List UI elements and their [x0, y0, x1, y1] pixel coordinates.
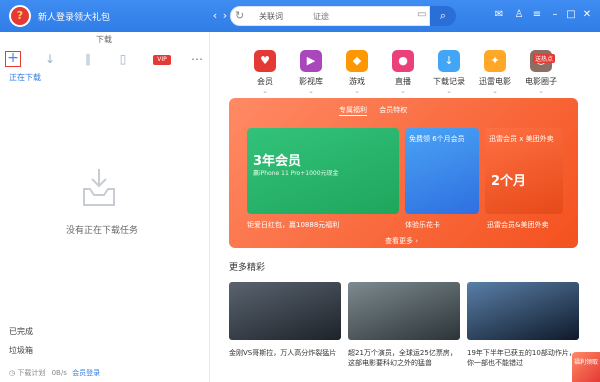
title-bar: ? 新人登录领大礼包 ‹ › ↻ 关联词 ▭ ⌕ ✉ ♙ ≡ – □ ✕: [0, 0, 600, 32]
play-icon: ▶: [300, 50, 322, 72]
card3-caption[interactable]: 迅雷会员&美团外卖: [487, 220, 548, 230]
minimize-icon[interactable]: –: [548, 8, 562, 22]
download-toolbar: + ↓ ∥ ▯ VIP ⋯: [0, 48, 210, 70]
start-icon[interactable]: ↓: [42, 51, 58, 67]
search-button[interactable]: ⌕: [430, 6, 456, 26]
tab-download[interactable]: 下载: [96, 34, 112, 45]
promo-banner[interactable]: 专属福利 会员特权 3年会员 赢iPhone 11 Pro+1000元现金 免费…: [229, 98, 578, 248]
search-box[interactable]: ↻ 关联词 ▭: [230, 6, 430, 26]
sidebar-item-downloading[interactable]: 正在下载: [9, 72, 41, 83]
video-caption-1[interactable]: 金刚VS哥斯拉，万人高分炸裂猛片: [229, 348, 341, 358]
search-type[interactable]: 关联词: [259, 11, 283, 22]
vip-login-link[interactable]: 会员登录: [72, 369, 100, 377]
download-plan[interactable]: 下载计划: [17, 369, 45, 377]
video-thumb-1[interactable]: [229, 282, 341, 340]
card2-caption[interactable]: 体验乐花卡: [405, 220, 440, 230]
nav-item-vip[interactable]: ♥ 会员 ⌄: [241, 50, 289, 95]
shirt-icon[interactable]: ♙: [512, 8, 526, 22]
download-history-icon: ↓: [438, 50, 460, 72]
banner-tabs: 专属福利 会员特权: [339, 105, 417, 116]
corner-badge[interactable]: 福利领取: [572, 352, 600, 382]
avatar[interactable]: ?: [9, 5, 31, 27]
empty-box-icon: [83, 169, 115, 206]
speed-readout: 0B/s: [51, 369, 67, 377]
card3-big: 2个月: [491, 174, 527, 189]
card3-title: 迅雷会员 x 美团外卖: [489, 135, 554, 143]
tab-privilege[interactable]: 会员特权: [379, 106, 407, 114]
empty-text: 没有正在下载任务: [66, 226, 139, 236]
promo-card-2[interactable]: 免费领 6个月会员: [405, 128, 479, 214]
nav-item-live[interactable]: ● 直播 ⌄: [379, 50, 427, 95]
nav-item-games[interactable]: ◆ 游戏 ⌄: [333, 50, 381, 95]
view-more-link[interactable]: 查看更多 ›: [385, 236, 418, 246]
video-caption-2[interactable]: 超21万个演员，全球运25亿票房，这部电影要科幻之外的猛兽: [348, 348, 460, 368]
card2-title: 免费领 6个月会员: [409, 135, 465, 143]
nav-item-xunlei-movie[interactable]: ✦ 迅雷电影 ⌄: [471, 50, 519, 95]
sidebar-item-completed[interactable]: 已完成: [9, 326, 33, 337]
more-section-title: 更多精彩: [229, 263, 266, 273]
tab-exclusive[interactable]: 专属福利: [339, 106, 367, 116]
vip-badge[interactable]: VIP: [153, 55, 171, 65]
clock-icon: ◷: [9, 369, 16, 377]
card1-subtitle: 赢iPhone 11 Pro+1000元现金: [253, 170, 339, 177]
status-bar: ◷ 下载计划 0B/s 会员登录: [9, 368, 100, 378]
promo-card-1[interactable]: 3年会员 赢iPhone 11 Pro+1000元现金: [247, 128, 399, 214]
hot-badge: 送热点: [533, 54, 556, 63]
video-caption-3[interactable]: 19年下半年已获五的10部动作片，你一部也不能错过: [467, 348, 579, 368]
promo-text[interactable]: 新人登录领大礼包: [38, 10, 110, 23]
close-icon[interactable]: ✕: [580, 8, 594, 22]
heart-icon: ♥: [254, 50, 276, 72]
menu-icon[interactable]: ≡: [530, 8, 544, 22]
card1-title: 3年会员: [253, 154, 302, 169]
game-icon: ◆: [346, 50, 368, 72]
sidebar-item-trash[interactable]: 垃圾箱: [9, 345, 33, 356]
video-thumb-2[interactable]: [348, 282, 460, 340]
clipboard-icon[interactable]: ▭: [417, 9, 426, 20]
film-icon: ✦: [484, 50, 506, 72]
download-panel: 下载 + ↓ ∥ ▯ VIP ⋯ 正在下载 没有正在下载任务 已完成 垃圾箱 ◷…: [0, 32, 210, 382]
content-panel: ♥会员⌄ ▶影视库⌄ ◆游戏⌄ ●直播⌄ ↓下载记录⌄ ✦迅雷电影⌄ ☺电影圈子…: [211, 32, 600, 382]
refresh-icon[interactable]: ↻: [235, 9, 244, 22]
nav-item-history[interactable]: ↓ 下载记录 ⌄: [425, 50, 473, 95]
search-input[interactable]: [313, 8, 405, 24]
search-icon: ⌕: [439, 9, 447, 22]
video-thumb-3[interactable]: [467, 282, 579, 340]
nav-item-movies[interactable]: ▶ 影视库 ⌄: [287, 50, 335, 95]
promo-card-3[interactable]: 迅雷会员 x 美团外卖 2个月: [485, 128, 563, 214]
delete-icon[interactable]: ▯: [115, 51, 131, 67]
maximize-icon[interactable]: □: [564, 8, 578, 22]
card1-caption[interactable]: 钜爱日红包，赢10888元福利: [247, 220, 339, 230]
mail-icon[interactable]: ✉: [492, 8, 506, 22]
pause-icon[interactable]: ∥: [80, 51, 96, 67]
more-icon[interactable]: ⋯: [189, 51, 205, 67]
live-icon: ●: [392, 50, 414, 72]
add-task-icon[interactable]: +: [5, 51, 21, 67]
